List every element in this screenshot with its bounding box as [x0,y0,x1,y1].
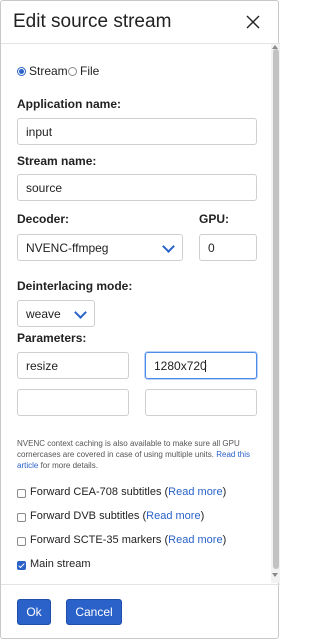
paren-close: ) [222,534,227,546]
parameter-value-value: 1280x720 [154,358,207,373]
edit-source-stream-dialog: Edit source stream Stream File Applicati… [0,0,280,639]
header-divider [1,43,280,44]
forward-dvb-text: Forward DVB subtitles ( [30,510,147,522]
parameter-value-input-empty[interactable] [145,389,257,416]
radio-stream[interactable] [17,67,26,76]
paren-close: ) [200,510,205,522]
scrollbar-thumb[interactable] [273,49,279,569]
nvenc-note-text: NVENC context caching is also available … [17,439,240,459]
gpu-label: GPU: [199,212,229,226]
radio-file[interactable] [68,67,77,76]
application-name-value: input [26,124,53,139]
read-more-link[interactable]: Read more [146,510,200,522]
text-cursor [204,359,206,372]
parameter-value-input[interactable]: 1280x720 [145,352,257,379]
close-icon[interactable] [244,13,262,31]
decoder-value: NVENC-ffmpeg [26,240,109,255]
parameter-name-input[interactable]: resize [17,352,129,379]
decoder-select[interactable]: NVENC-ffmpeg [17,234,183,261]
stream-name-input[interactable]: source [17,174,257,201]
cancel-button[interactable]: Cancel [66,599,122,625]
forward-dvb-checkbox[interactable] [17,513,26,522]
stream-name-value: source [26,180,63,195]
deinterlacing-select[interactable]: weave [17,300,95,327]
deinterlacing-value: weave [26,306,61,321]
main-stream-checkbox[interactable] [17,561,26,570]
application-name-label: Application name: [17,97,122,111]
forward-dvb-label[interactable]: Forward DVB subtitles (Read more) [30,510,204,522]
scroll-down-icon[interactable] [272,573,278,577]
parameter-name-input-empty[interactable] [17,389,129,416]
main-stream-label[interactable]: Main stream [30,558,91,570]
forward-cea708-text: Forward CEA-708 subtitles ( [30,486,169,498]
stream-name-label: Stream name: [17,154,97,168]
forward-scte35-checkbox[interactable] [17,537,26,546]
gpu-value: 0 [208,240,215,255]
read-more-link[interactable]: Read more [168,486,222,498]
nvenc-note: NVENC context caching is also available … [17,438,262,471]
forward-cea708-checkbox[interactable] [17,489,26,498]
gpu-input[interactable]: 0 [199,234,257,261]
chevron-down-icon [74,306,87,319]
ok-button[interactable]: Ok [17,599,51,625]
radio-stream-label[interactable]: Stream [29,64,68,78]
nvenc-note-suffix: for more details. [38,461,98,470]
chevron-down-icon [162,240,175,253]
read-more-link[interactable]: Read more [168,534,222,546]
forward-cea708-label[interactable]: Forward CEA-708 subtitles (Read more) [30,486,226,498]
paren-close: ) [222,486,227,498]
radio-file-label[interactable]: File [80,64,99,78]
forward-scte35-label[interactable]: Forward SCTE-35 markers (Read more) [30,534,226,546]
footer-divider [1,584,280,585]
decoder-label: Decoder: [17,212,70,226]
parameter-name-value: resize [26,358,59,373]
application-name-input[interactable]: input [17,118,257,145]
forward-scte35-text: Forward SCTE-35 markers ( [30,534,169,546]
main-stream-text: Main stream [30,558,91,570]
dialog-title: Edit source stream [13,11,172,32]
deinterlacing-label: Deinterlacing mode: [17,279,133,293]
parameters-label: Parameters: [17,331,87,345]
